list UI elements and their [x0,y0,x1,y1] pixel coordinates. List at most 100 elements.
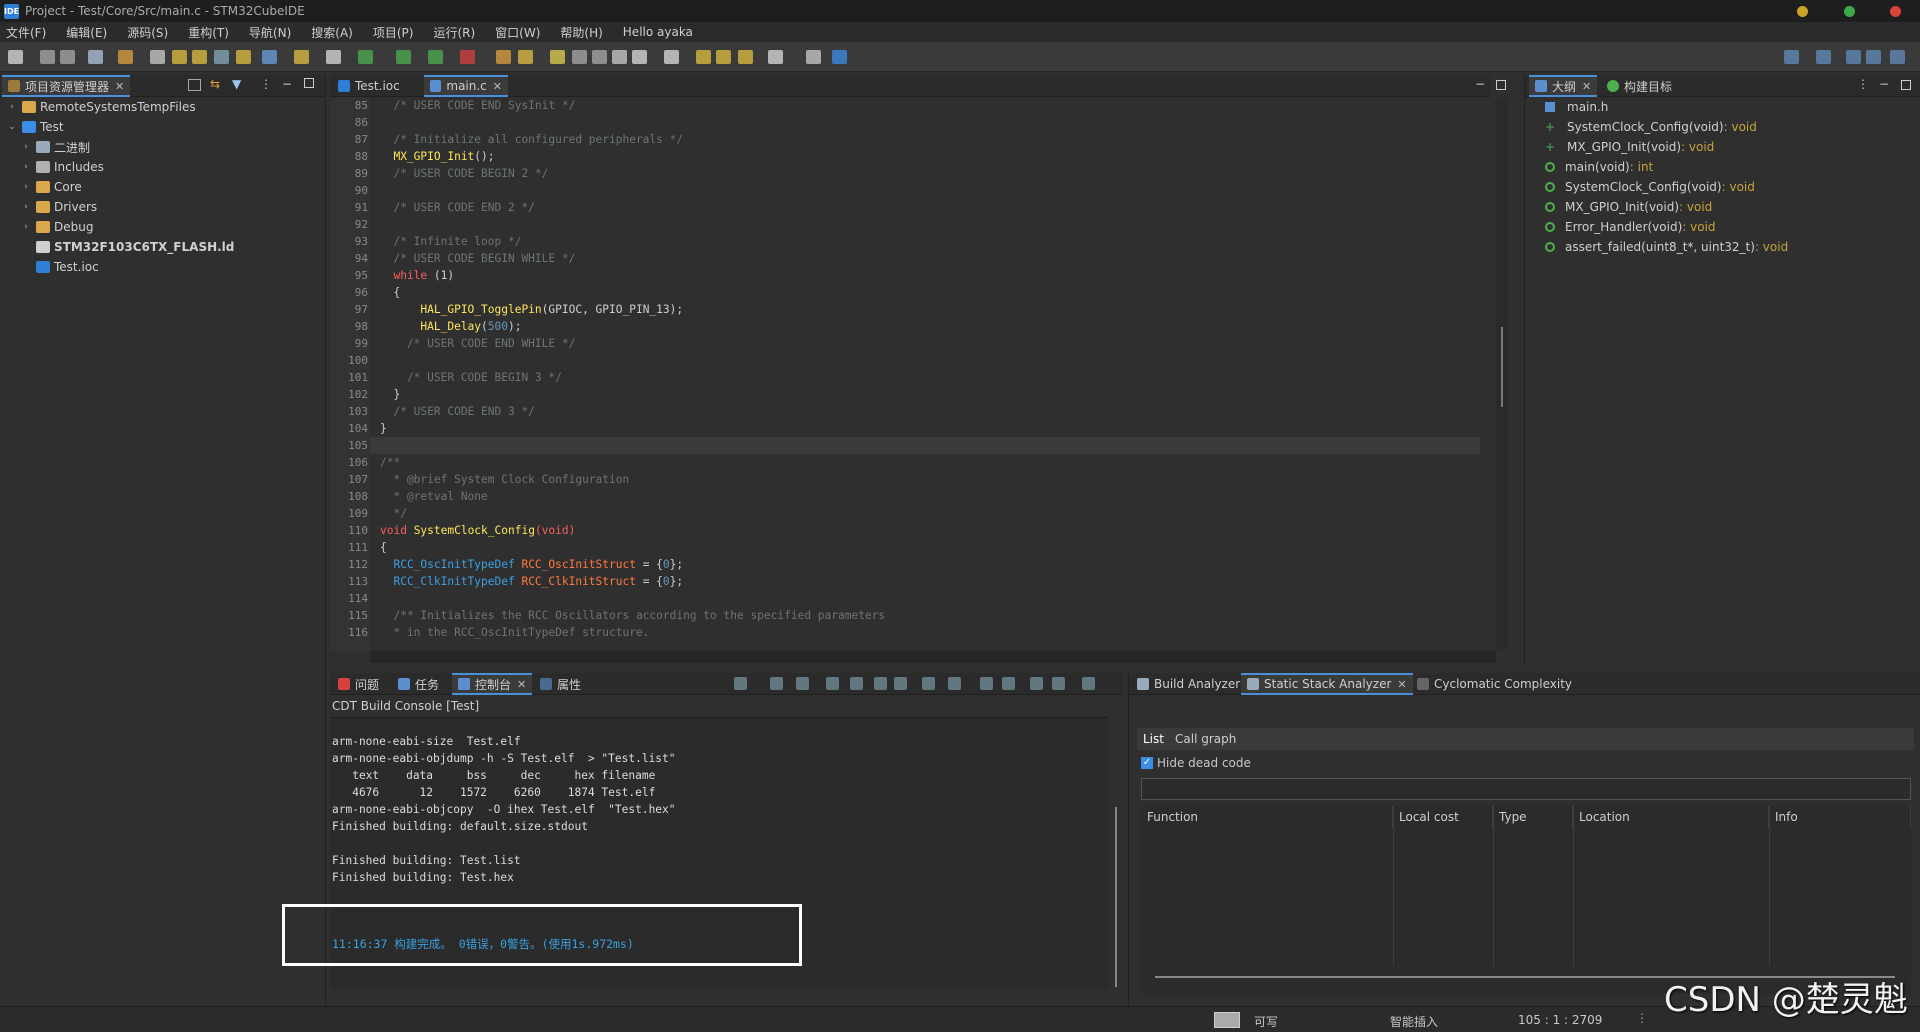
menu-item[interactable]: 项目(P) [373,24,414,41]
tree-item[interactable]: › 二进制 [0,137,90,157]
tab-outline[interactable]: 大纲 ✕ [1529,75,1598,97]
tab-console-3[interactable]: 属性 [534,673,587,695]
minimize-view-icon[interactable]: − [282,77,292,91]
debug-perspective-icon[interactable] [1890,50,1905,64]
expand-arrow-icon[interactable]: › [20,202,32,212]
menu-item[interactable]: Hello ayaka [623,25,693,39]
outline-item[interactable]: assert_failed(uint8_t*, uint32_t) : void [1545,237,1788,257]
console-toolbar-icon[interactable] [1082,677,1095,690]
close-button[interactable] [1890,6,1901,17]
tab-project-explorer[interactable]: 项目资源管理器 ✕ [2,75,131,97]
toolbar-button[interactable] [40,50,55,64]
subtab-list[interactable]: List [1143,732,1164,746]
toolbar-button[interactable] [696,50,711,64]
console-toolbar-icon[interactable] [796,677,809,690]
menu-item[interactable]: 源码(S) [127,24,168,41]
outline-item[interactable]: MX_GPIO_Init(void) : void [1545,197,1712,217]
console-toolbar-icon[interactable] [948,677,961,690]
mx-perspective-icon[interactable] [1866,50,1881,64]
toolbar-button[interactable] [118,50,133,64]
tree-item[interactable]: › RemoteSystemsTempFiles [0,97,195,117]
console-toolbar-icon[interactable] [1002,677,1015,690]
toolbar-button[interactable] [832,50,847,64]
menu-item[interactable]: 导航(N) [249,24,291,41]
minimize-button[interactable] [1797,6,1808,17]
tree-item[interactable]: STM32F103C6TX_FLASH.ld [0,237,234,257]
hide-dead-code-checkbox[interactable]: ✓ Hide dead code [1141,756,1251,770]
console-toolbar-icon[interactable] [922,677,935,690]
console-toolbar-icon[interactable] [850,677,863,690]
toolbar-button[interactable] [150,50,165,64]
console-toolbar-icon[interactable] [874,677,887,690]
console-toolbar-icon[interactable] [980,677,993,690]
tab-test-ioc[interactable]: Test.ioc [332,75,422,97]
console-toolbar-icon[interactable] [734,677,747,690]
tab-console-2[interactable]: 控制台 ✕ [452,673,533,695]
perspective-icon[interactable] [1816,50,1831,64]
code-view[interactable]: /* USER CODE END SysInit */ /* Initializ… [330,97,1480,649]
column-header[interactable]: Type [1493,806,1573,828]
expand-arrow-icon[interactable]: › [20,142,32,152]
tree-item[interactable]: ⌄ Test [0,117,63,137]
console-scrollbar[interactable] [1112,717,1120,989]
close-icon[interactable]: ✕ [1397,678,1406,691]
toolbar-button[interactable] [88,50,103,64]
outline-item[interactable]: main.h [1545,97,1608,117]
search-icon[interactable] [1784,50,1799,64]
outline-item[interactable]: + SystemClock_Config(void) : void [1545,117,1757,137]
tree-item[interactable]: › Debug [0,217,93,237]
toolbar-button[interactable] [460,50,475,64]
toolbar-button[interactable] [358,50,373,64]
console-toolbar-icon[interactable] [1030,677,1043,690]
maximize-view-icon[interactable] [1901,80,1911,90]
menu-item[interactable]: 重构(T) [188,24,229,41]
toolbar-button[interactable] [550,50,565,64]
tree-item[interactable]: › Drivers [0,197,97,217]
toolbar-button[interactable] [214,50,229,64]
menu-item[interactable]: 帮助(H) [560,24,602,41]
expand-arrow-icon[interactable]: › [20,162,32,172]
close-icon[interactable]: ✕ [517,678,526,691]
toolbar-button[interactable] [236,50,251,64]
tab-console-0[interactable]: 问题 [332,673,385,695]
toolbar-button[interactable] [572,50,587,64]
tree-item[interactable]: › Core [0,177,82,197]
expand-arrow-icon[interactable]: › [6,102,18,112]
tab-analyzer-2[interactable]: Cyclomatic Complexity [1411,673,1578,695]
outline-item[interactable]: + MX_GPIO_Init(void) : void [1545,137,1714,157]
filter-input[interactable] [1141,778,1911,800]
view-menu-icon[interactable]: ⋮ [1857,77,1869,91]
view-menu-icon[interactable]: ⋮ [260,77,272,91]
menu-item[interactable]: 搜索(A) [311,24,353,41]
toolbar-button[interactable] [612,50,627,64]
minimize-view-icon[interactable]: − [1879,77,1889,91]
expand-arrow-icon[interactable]: ⌄ [6,122,18,132]
toolbar-button[interactable] [428,50,443,64]
column-header[interactable]: Local cost [1393,806,1493,828]
tab-console-1[interactable]: 任务 [392,673,445,695]
collapse-all-icon[interactable] [188,79,201,91]
toolbar-button[interactable] [8,50,23,64]
tab-analyzer-1[interactable]: Static Stack Analyzer ✕ [1241,673,1413,695]
menu-item[interactable]: 文件(F) [6,24,46,41]
close-icon[interactable]: ✕ [1582,80,1591,93]
tree-item[interactable]: › Includes [0,157,104,177]
tab-analyzer-0[interactable]: Build Analyzer [1131,673,1246,695]
tab-main-c[interactable]: main.c ✕ [424,75,508,97]
toolbar-button[interactable] [768,50,783,64]
column-header[interactable]: Location [1573,806,1769,828]
toolbar-button[interactable] [294,50,309,64]
console-toolbar-icon[interactable] [894,677,907,690]
tree-item[interactable]: Test.ioc [0,257,99,277]
toolbar-button[interactable] [664,50,679,64]
outline-item[interactable]: main(void) : int [1545,157,1653,177]
close-icon[interactable]: ✕ [493,80,502,93]
console-toolbar-icon[interactable] [770,677,783,690]
status-menu-icon[interactable]: ⋮ [1636,1011,1648,1025]
toolbar-button[interactable] [262,50,277,64]
console-toolbar-icon[interactable] [826,677,839,690]
cpp-perspective-icon[interactable] [1846,50,1861,64]
toolbar-button[interactable] [192,50,207,64]
toolbar-button[interactable] [496,50,511,64]
close-icon[interactable]: ✕ [115,80,124,93]
